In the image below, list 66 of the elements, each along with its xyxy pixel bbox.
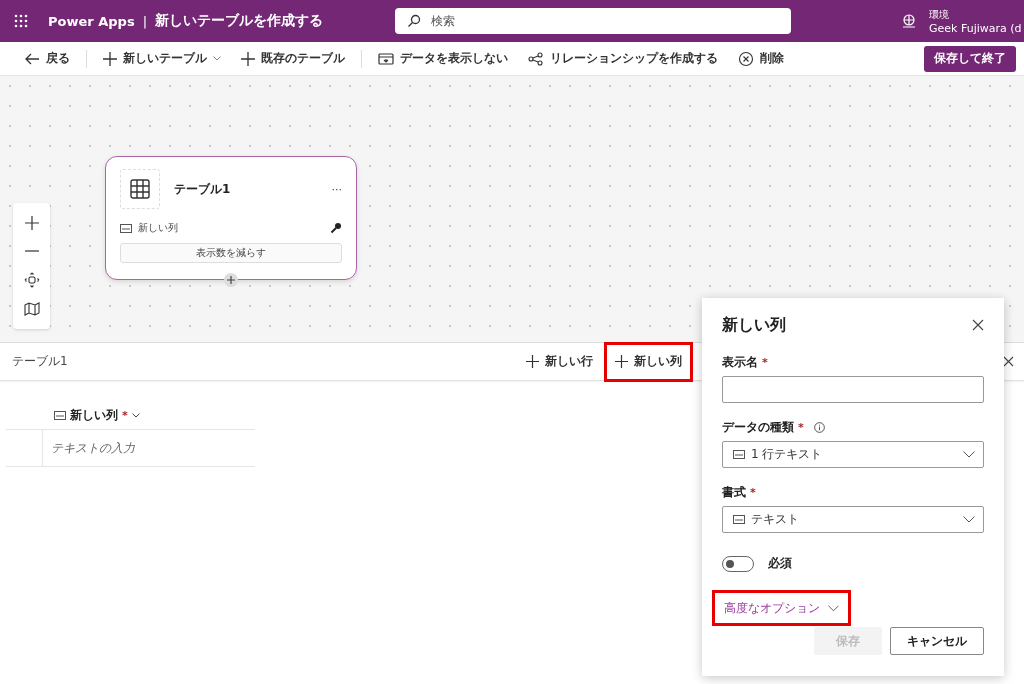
title-separator: | xyxy=(142,13,148,29)
grid-icon xyxy=(130,179,150,199)
environment-label: 環境 xyxy=(929,7,951,22)
required-asterisk: * xyxy=(798,420,804,434)
plus-icon xyxy=(103,51,117,66)
plus-icon xyxy=(615,355,628,368)
delete-icon xyxy=(738,50,754,67)
relationship-icon xyxy=(528,51,544,66)
map-icon[interactable] xyxy=(23,302,40,316)
app-launcher-icon[interactable] xyxy=(14,14,28,28)
table-card[interactable]: テーブル1 ··· 新しい列 表示数を減らす xyxy=(105,156,357,280)
key-icon xyxy=(330,222,342,234)
chevron-down-icon xyxy=(828,604,839,612)
fit-view-icon[interactable] xyxy=(23,272,40,288)
required-asterisk: * xyxy=(750,485,756,499)
toggle-switch[interactable] xyxy=(722,555,754,572)
chevron-down-icon xyxy=(213,56,221,61)
search-field[interactable]: 検索 xyxy=(395,8,792,34)
field-label: 書式 xyxy=(722,483,746,501)
more-options-button[interactable]: ··· xyxy=(331,182,342,196)
display-name-field[interactable] xyxy=(722,376,984,403)
page-title: 新しいテーブルを作成する xyxy=(155,12,325,30)
text-field-icon xyxy=(120,223,132,233)
plus-icon xyxy=(241,51,255,66)
field-label: 表示名 xyxy=(722,353,758,371)
chevron-down-icon xyxy=(131,412,140,418)
dropdown-field[interactable]: テキスト xyxy=(722,506,984,533)
text-field-icon xyxy=(54,410,66,420)
zoom-in-icon[interactable] xyxy=(24,216,39,230)
dialog-title: 新しい列 xyxy=(722,314,786,336)
text-field-icon xyxy=(733,515,745,524)
toolbar-button[interactable]: リレーションシップを作成する xyxy=(518,50,728,67)
add-button[interactable]: 新しい行 xyxy=(515,341,604,382)
add-relationship-icon[interactable] xyxy=(224,273,238,287)
environment-name[interactable]: Geek Fujiwara (d xyxy=(929,21,1022,35)
info-icon[interactable] xyxy=(813,421,825,433)
show-less-button[interactable]: 表示数を減らす xyxy=(120,243,342,263)
toolbar-button[interactable]: 既存のテーブル xyxy=(231,50,355,67)
dropdown-field[interactable]: 1 行テキスト xyxy=(722,441,984,468)
toolbar-button[interactable]: 新しいテーブル xyxy=(93,50,231,67)
globe-icon[interactable] xyxy=(901,13,918,29)
save-and-exit-button[interactable]: 保存して終了 xyxy=(924,45,1016,72)
required-asterisk: * xyxy=(122,408,128,422)
search-icon xyxy=(407,14,422,28)
close-icon[interactable] xyxy=(972,319,984,331)
field-label: データの種類 xyxy=(722,418,794,436)
column-header[interactable]: 新しい列 * xyxy=(42,406,140,424)
advanced-options-link[interactable]: 高度なオプション xyxy=(712,590,851,626)
dialog-button[interactable]: キャンセル xyxy=(890,627,984,655)
add-button[interactable]: 新しい列 xyxy=(604,341,693,382)
table-icon xyxy=(378,51,394,66)
toggle-label: 必須 xyxy=(768,555,792,572)
toolbar-button[interactable]: 削除 xyxy=(728,50,794,67)
chevron-down-icon xyxy=(963,516,975,523)
column-name: 新しい列 xyxy=(138,221,179,235)
table-name: テーブル1 xyxy=(12,353,68,370)
app-name[interactable]: Power Apps xyxy=(48,13,135,29)
close-icon[interactable] xyxy=(1003,356,1014,367)
toolbar-button[interactable]: 戻る xyxy=(14,50,80,67)
toolbar-button[interactable]: データを表示しない xyxy=(368,50,518,67)
required-asterisk: * xyxy=(762,355,768,369)
text-field-icon xyxy=(733,450,745,459)
chevron-down-icon xyxy=(963,451,975,458)
back-arrow-icon xyxy=(24,51,40,66)
plus-icon xyxy=(526,355,539,368)
table-name: テーブル1 xyxy=(174,180,232,198)
